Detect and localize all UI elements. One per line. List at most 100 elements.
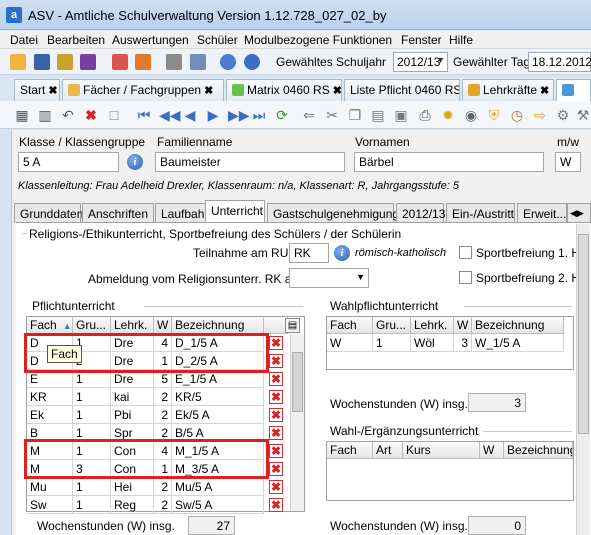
table-cell[interactable]: Ek/5 A: [172, 406, 264, 424]
window-icon[interactable]: [190, 54, 206, 70]
settings-icon[interactable]: ⚙: [555, 107, 571, 123]
info-icon[interactable]: [244, 54, 260, 70]
prev-page-icon[interactable]: ◀◀: [159, 107, 181, 123]
col-fach[interactable]: Fach: [327, 317, 373, 334]
table-cell[interactable]: Ek: [27, 406, 73, 424]
col-art[interactable]: Art: [373, 442, 403, 459]
table-cell[interactable]: M_3/5 A: [172, 460, 264, 478]
tab-students-active[interactable]: [556, 79, 591, 101]
klasse-field[interactable]: 5 A: [18, 152, 119, 172]
delete-row-icon[interactable]: ✖: [269, 480, 283, 494]
book-icon[interactable]: [135, 54, 151, 70]
col-lehrkraft[interactable]: Lehrk.: [411, 317, 454, 334]
table-cell[interactable]: 4: [154, 442, 172, 460]
table-cell[interactable]: 3: [454, 334, 472, 352]
pflicht-scrollbar[interactable]: [290, 334, 304, 511]
sport2-checkbox[interactable]: [459, 271, 472, 284]
table-cell[interactable]: D_2/5 A: [172, 352, 264, 370]
delete-row-icon[interactable]: ✖: [269, 426, 283, 440]
teilnahme-field[interactable]: RK: [289, 243, 329, 263]
eye-icon[interactable]: ◉: [463, 107, 479, 123]
table-cell[interactable]: E: [27, 370, 73, 388]
table-cell[interactable]: E_1/5 A: [172, 370, 264, 388]
delete-row-icon[interactable]: ✖: [269, 462, 283, 476]
col-lehrkraft[interactable]: Lehrk.: [111, 317, 154, 334]
table-cell[interactable]: KR/5: [172, 388, 264, 406]
content-scrollbar[interactable]: [576, 224, 590, 535]
menu-modulbezogene-funktionen[interactable]: Modulbezogene Funktionen: [244, 33, 392, 47]
table-cell[interactable]: M_1/5 A: [172, 442, 264, 460]
table-cell[interactable]: 2: [154, 388, 172, 406]
menu-bearbeiten[interactable]: Bearbeiten: [47, 33, 105, 47]
scroll-thumb[interactable]: [578, 234, 589, 434]
save-all-icon[interactable]: ▥: [37, 107, 53, 123]
table-cell[interactable]: Dre: [111, 334, 154, 352]
tools-icon[interactable]: ⚒: [575, 107, 591, 123]
col-gruppe[interactable]: Gru...: [373, 317, 411, 334]
next-page-icon[interactable]: ▶▶: [228, 107, 250, 123]
table-cell[interactable]: 4: [154, 334, 172, 352]
prev-icon[interactable]: ◀: [182, 107, 198, 123]
table-cell[interactable]: B: [27, 424, 73, 442]
table-cell[interactable]: D_1/5 A: [172, 334, 264, 352]
tab-lehrkraefte[interactable]: Lehrkräfte ✖: [462, 79, 554, 101]
clock-icon[interactable]: ◷: [509, 107, 525, 123]
save-icon[interactable]: ▦: [14, 107, 30, 123]
tab-anschriften[interactable]: Anschriften: [82, 203, 154, 223]
col-wochenstunden[interactable]: W: [154, 317, 172, 334]
table-cell[interactable]: W_1/5 A: [472, 334, 564, 352]
clipboard-icon[interactable]: ▣: [393, 107, 409, 123]
table-cell[interactable]: 3: [73, 460, 111, 478]
scroll-thumb[interactable]: [292, 352, 303, 412]
table-cell[interactable]: 1: [73, 442, 111, 460]
col-bezeichnung[interactable]: Bezeichnung: [172, 317, 264, 334]
bulb-icon[interactable]: ✹: [440, 107, 456, 123]
table-cell[interactable]: 1: [73, 424, 111, 442]
table-cell[interactable]: Reg: [111, 496, 154, 514]
table-cell[interactable]: 1: [73, 496, 111, 514]
tab-scroll-arrows[interactable]: ◀▶: [567, 203, 591, 223]
table-cell[interactable]: 2: [154, 424, 172, 442]
table-cell[interactable]: 1: [154, 352, 172, 370]
geschlecht-field[interactable]: W: [555, 152, 581, 172]
sport1-checkbox[interactable]: [459, 246, 472, 259]
close-icon[interactable]: ✖: [333, 85, 341, 97]
close-icon[interactable]: ✖: [48, 85, 57, 97]
table-cell[interactable]: Sw: [27, 496, 73, 514]
table-cell[interactable]: 2: [154, 406, 172, 424]
back-icon[interactable]: ⇐: [301, 107, 317, 123]
table-cell[interactable]: Mu/5 A: [172, 478, 264, 496]
shield-icon[interactable]: ⛨: [486, 107, 502, 123]
table-cell[interactable]: 1: [154, 460, 172, 478]
print-icon[interactable]: ⎙: [417, 107, 433, 123]
menu-auswertungen[interactable]: Auswertungen: [112, 33, 189, 47]
last-icon[interactable]: ⏭: [251, 107, 267, 123]
table-cell[interactable]: 1: [73, 478, 111, 496]
vornamen-field[interactable]: Bärbel: [354, 152, 544, 172]
familienname-field[interactable]: Baumeister: [155, 152, 345, 172]
tab-faecher[interactable]: Fächer / Fachgruppen ✖: [62, 79, 224, 101]
tab-unterricht[interactable]: Unterricht: [205, 200, 265, 224]
col-wochenstunden[interactable]: W: [454, 317, 472, 334]
id-card-icon[interactable]: [34, 54, 50, 70]
table-cell[interactable]: 1: [73, 406, 111, 424]
table-cell[interactable]: Wöl: [411, 334, 454, 352]
delete-row-icon[interactable]: ✖: [269, 498, 283, 512]
table-cell[interactable]: B/5 A: [172, 424, 264, 442]
table-cell[interactable]: Dre: [111, 370, 154, 388]
next-icon[interactable]: ▶: [205, 107, 221, 123]
table-cell[interactable]: 1: [73, 370, 111, 388]
group-icon[interactable]: [57, 54, 73, 70]
table-cell[interactable]: 2: [154, 478, 172, 496]
menu-datei[interactable]: Datei: [10, 33, 38, 47]
table-cell[interactable]: Mu: [27, 478, 73, 496]
delete-row-icon[interactable]: ✖: [269, 390, 283, 404]
col-fach[interactable]: Fach ▲: [27, 317, 73, 334]
table-cell[interactable]: M: [27, 460, 73, 478]
table-cell[interactable]: KR: [27, 388, 73, 406]
menu-schueler[interactable]: Schüler: [197, 33, 238, 47]
tab-matrix[interactable]: Matrix 0460 RS ✖: [226, 79, 342, 101]
col-bezeichnung[interactable]: Bezeichnung: [504, 442, 573, 459]
table-cell[interactable]: Hei: [111, 478, 154, 496]
column-chooser-icon[interactable]: ▤: [285, 318, 300, 333]
